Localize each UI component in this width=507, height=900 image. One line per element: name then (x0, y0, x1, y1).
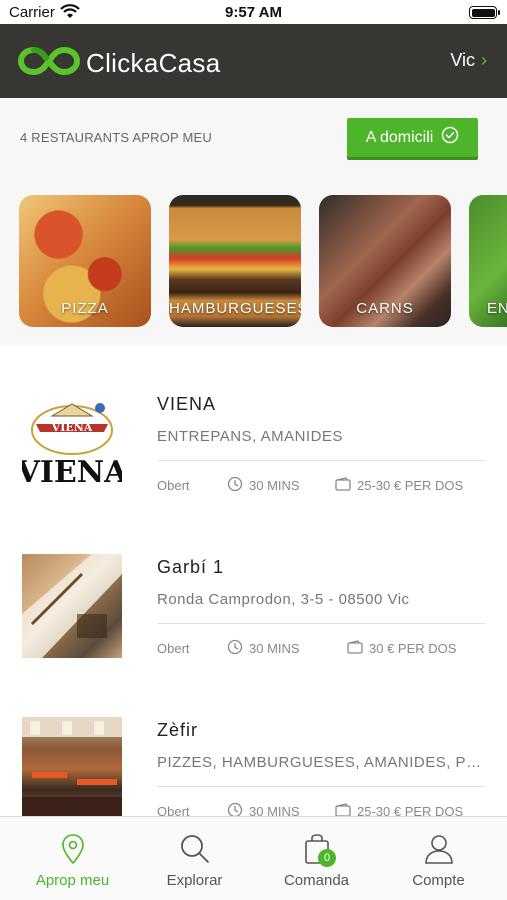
search-icon (131, 833, 258, 865)
restaurant-list[interactable]: VIENA VIENA VIENA ENTREPANS, AMANIDES Ob… (0, 346, 507, 816)
tab-explorar[interactable]: Explorar (131, 817, 258, 900)
restaurant-meta: Obert 30 MINS 30 € PER DOS (157, 639, 485, 658)
clock-icon (227, 476, 243, 495)
check-circle-icon (441, 126, 459, 149)
delivery-toggle-button[interactable]: A domicili (347, 118, 478, 157)
delivery-time: 30 MINS (249, 478, 300, 493)
clock-icon (227, 639, 243, 658)
tab-aprop-meu[interactable]: Aprop meu (9, 817, 136, 900)
open-status: Obert (157, 804, 190, 816)
location-pin-icon (9, 833, 136, 865)
filter-bar: 4 RESTAURANTS APROP MEU A domicili (0, 98, 507, 178)
restaurant-count: 4 RESTAURANTS APROP MEU (20, 130, 212, 145)
divider (157, 786, 485, 787)
restaurant-subtitle: ENTREPANS, AMANIDES (157, 428, 343, 445)
restaurant-item-viena[interactable]: VIENA VIENA VIENA ENTREPANS, AMANIDES Ob… (0, 346, 507, 506)
category-label: EN AM (487, 300, 507, 317)
viena-logo-text: VIENA (22, 455, 122, 490)
clock: 9:57 AM (225, 4, 282, 21)
delivery-time: 30 MINS (249, 641, 300, 656)
restaurant-photo (22, 717, 122, 816)
tab-label: Aprop meu (35, 872, 110, 889)
restaurant-subtitle: Ronda Camprodon, 3-5 - 08500 Vic (157, 591, 410, 608)
category-label: CARNS (356, 300, 414, 317)
battery-icon (469, 6, 500, 19)
open-status: Obert (157, 478, 190, 493)
restaurant-name: Zèfir (157, 720, 198, 740)
price-range: 25-30 € PER DOS (357, 478, 464, 493)
category-card-hamburgueses[interactable]: HAMBURGUESES (169, 195, 301, 327)
status-bar: Carrier 9:57 AM (0, 0, 507, 24)
category-card-partial[interactable]: EN AM (469, 195, 507, 327)
restaurant-name: Garbí 1 (157, 557, 225, 577)
category-card-pizza[interactable]: PIZZA (19, 195, 151, 327)
price-range: 25-30 € PER DOS (357, 804, 464, 816)
city-selector[interactable]: Vic › (450, 50, 487, 71)
user-icon (375, 833, 502, 865)
wallet-icon (335, 477, 351, 494)
tab-label: Comanda (283, 872, 350, 889)
restaurant-item-zefir[interactable]: Zèfir PIZZES, HAMBURGUESES, AMANIDES, PL… (0, 672, 507, 816)
chevron-right-icon: › (481, 50, 487, 70)
category-card-carns[interactable]: CARNS (319, 195, 451, 327)
delivery-time: 30 MINS (249, 804, 300, 816)
clock-icon (227, 802, 243, 816)
category-label: PIZZA (61, 300, 109, 317)
infinity-logo-icon (17, 45, 81, 82)
shopping-bag-icon (253, 833, 380, 865)
app-header: ClickaCasa Vic › (0, 24, 507, 98)
restaurant-meta: Obert 30 MINS 25-30 € PER DOS (157, 476, 485, 495)
tab-comanda[interactable]: Comanda (253, 817, 380, 900)
price-range: 30 € PER DOS (369, 641, 457, 656)
cart-count-badge: 0 (318, 849, 336, 867)
divider (157, 460, 485, 461)
delivery-button-label: A domicili (365, 128, 434, 146)
brand-title: ClickaCasa (86, 48, 221, 78)
tab-label: Compte (412, 872, 465, 889)
svg-text:VIENA: VIENA (51, 421, 93, 434)
category-carousel[interactable]: PIZZA HAMBURGUESES CARNS EN AM (0, 178, 507, 346)
wallet-icon (335, 803, 351, 816)
restaurant-subtitle: PIZZES, HAMBURGUESES, AMANIDES, PLA... (157, 754, 487, 771)
tab-compte[interactable]: Compte (375, 817, 502, 900)
tab-bar: Aprop meu Explorar Comanda 0 Compte (0, 816, 507, 900)
restaurant-meta: Obert 30 MINS 25-30 € PER DOS (157, 802, 485, 816)
city-label: Vic (450, 50, 475, 70)
wallet-icon (347, 640, 363, 657)
restaurant-name: VIENA (157, 394, 217, 414)
restaurant-photo (22, 554, 122, 658)
tab-label: Explorar (166, 872, 223, 889)
divider (157, 623, 485, 624)
open-status: Obert (157, 641, 190, 656)
category-label: HAMBURGUESES (169, 300, 301, 317)
restaurant-item-garbi-1[interactable]: Garbí 1 Ronda Camprodon, 3-5 - 08500 Vic… (0, 509, 507, 669)
restaurant-logo: VIENA VIENA (22, 394, 122, 498)
